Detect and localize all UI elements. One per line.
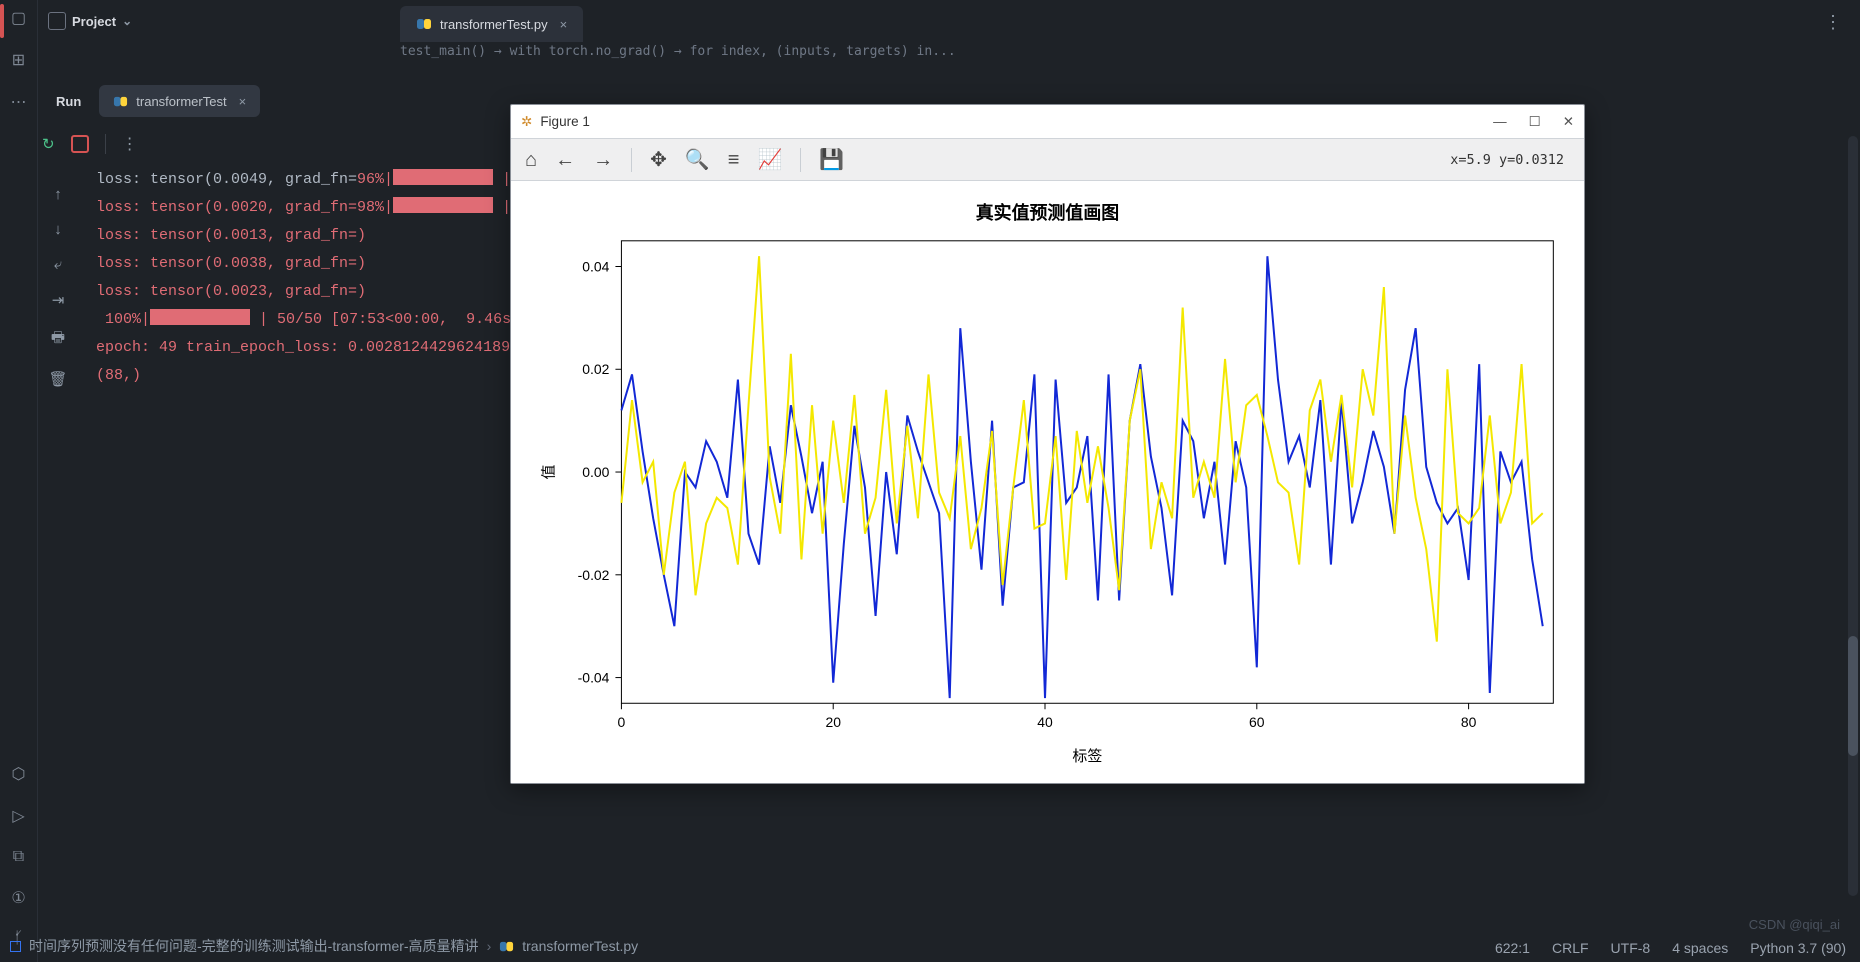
run-title: Run (56, 94, 81, 109)
problems-icon[interactable]: ① (11, 888, 25, 908)
back-icon[interactable]: ← (555, 150, 575, 170)
status-bar-right: 622:1 CRLF UTF-8 4 spaces Python 3.7 (90… (1495, 940, 1846, 956)
svg-text:-0.04: -0.04 (578, 670, 610, 686)
project-dropdown[interactable]: Project ⌄ (48, 12, 132, 30)
toolbar-sep (631, 148, 632, 172)
python-icon (499, 939, 514, 954)
close-tab-icon[interactable]: × (560, 17, 568, 32)
up-arrow-icon[interactable]: ↑ (54, 186, 62, 203)
more-actions-icon[interactable]: ⋮ (122, 134, 138, 154)
print-icon[interactable]: 🖶 (51, 327, 65, 352)
svg-text:60: 60 (1249, 714, 1265, 730)
run-action-bar: ↻ ⋮ (42, 134, 138, 154)
svg-text:0.02: 0.02 (582, 361, 609, 377)
run-side-toolbar: ↑ ↓ ⤶ ⇥ 🖶 🗑 (38, 186, 78, 388)
kebab-menu-icon[interactable]: ⋮ (1824, 12, 1842, 33)
structure-icon[interactable]: ⊞ (12, 50, 25, 70)
plot-area[interactable]: 真实值预测值画图标签 值 -0.04 -0.02 0.00 0.02 0.04 0 20 40 60… (511, 181, 1584, 783)
axes-icon[interactable]: 📈 (757, 150, 782, 170)
stop-button[interactable] (71, 135, 89, 153)
breadcrumb-folder[interactable]: 时间序列预测没有任何问题-完整的训练测试输出-transformer-高质量精讲 (29, 936, 479, 956)
svg-text:真实值预测值画图: 真实值预测值画图 (976, 202, 1120, 223)
debug-icon[interactable]: ⬡ (12, 764, 26, 784)
svg-text:40: 40 (1037, 714, 1053, 730)
figure-toolbar: ⌂ ← → ✥ 🔍 ≡ 📈 💾 x=5.9 y=0.0312 (511, 139, 1584, 181)
svg-text:0.04: 0.04 (582, 258, 609, 274)
run-panel-header: Run transformerTest × (38, 82, 260, 120)
editor-tab[interactable]: transformerTest.py × (400, 6, 583, 42)
more-icon[interactable]: ⋯ (11, 92, 27, 112)
pan-icon[interactable]: ✥ (650, 150, 667, 170)
home-icon[interactable]: ⌂ (525, 150, 537, 170)
interpreter[interactable]: Python 3.7 (90) (1750, 940, 1846, 956)
project-icon (48, 12, 66, 30)
maximize-icon[interactable]: ☐ (1529, 114, 1541, 130)
close-window-icon[interactable]: ✕ (1563, 114, 1574, 130)
figure-window[interactable]: ✲ Figure 1 — ☐ ✕ ⌂ ← → ✥ 🔍 ≡ 📈 💾 x=5.9 y… (510, 104, 1585, 784)
divider (105, 134, 106, 154)
cursor-coord: x=5.9 y=0.0312 (1450, 152, 1570, 168)
module-icon (10, 941, 21, 952)
left-icon-strip: ▢ ⊞ ⋯ ⬡ ▷ ⧉ ① ᚶ (0, 0, 38, 962)
python-icon (416, 16, 432, 32)
active-marker (0, 4, 4, 38)
scroll-to-end-icon[interactable]: ⇥ (52, 291, 65, 309)
run-tool-icon[interactable]: ▷ (12, 806, 24, 826)
encoding[interactable]: UTF-8 (1611, 940, 1651, 956)
editor-tabs: transformerTest.py × (400, 0, 583, 42)
project-label: Project (72, 14, 116, 29)
chevron-down-icon: ⌄ (122, 14, 132, 28)
vertical-scrollbar[interactable] (1848, 136, 1858, 896)
forward-icon[interactable]: → (593, 150, 613, 170)
minimize-icon[interactable]: — (1493, 114, 1507, 130)
code-breadcrumb: test_main() → with torch.no_grad() → for… (400, 44, 956, 59)
run-config-tab[interactable]: transformerTest × (99, 85, 260, 117)
figure-titlebar[interactable]: ✲ Figure 1 — ☐ ✕ (511, 105, 1584, 139)
caret-position[interactable]: 622:1 (1495, 940, 1530, 956)
terminal-icon[interactable]: ⧉ (13, 848, 24, 866)
zoom-icon[interactable]: 🔍 (685, 150, 710, 170)
scrollbar-thumb[interactable] (1848, 636, 1858, 756)
down-arrow-icon[interactable]: ↓ (54, 221, 62, 238)
svg-text:-0.02: -0.02 (578, 567, 610, 583)
line-separator[interactable]: CRLF (1552, 940, 1589, 956)
run-tab-label: transformerTest (136, 94, 226, 109)
path-breadcrumb: 时间序列预测没有任何问题-完整的训练测试输出-transformer-高质量精讲… (10, 936, 638, 956)
svg-text:标签: 标签 (1072, 748, 1102, 765)
trash-icon[interactable]: 🗑 (48, 370, 67, 388)
project-tool-icon[interactable]: ▢ (11, 8, 26, 28)
svg-text:0: 0 (618, 714, 626, 730)
toolbar-sep (800, 148, 801, 172)
indent[interactable]: 4 spaces (1672, 940, 1728, 956)
soft-wrap-icon[interactable]: ⤶ (54, 256, 62, 273)
figure-app-icon: ✲ (521, 114, 532, 130)
svg-text:值: 值 (541, 465, 558, 480)
python-icon (113, 94, 128, 109)
subplots-icon[interactable]: ≡ (728, 150, 740, 170)
save-icon[interactable]: 💾 (819, 150, 844, 170)
svg-text:0.00: 0.00 (582, 464, 609, 480)
svg-text:80: 80 (1461, 714, 1477, 730)
figure-title: Figure 1 (540, 114, 590, 129)
rerun-button[interactable]: ↻ (42, 135, 55, 153)
close-run-tab-icon[interactable]: × (239, 94, 247, 109)
watermark: CSDN @qiqi_ai (1749, 917, 1840, 932)
breadcrumb-file[interactable]: transformerTest.py (522, 938, 638, 954)
breadcrumb-sep: › (487, 938, 492, 954)
top-bar: Project ⌄ (38, 0, 1860, 42)
editor-tab-label: transformerTest.py (440, 17, 548, 32)
svg-text:20: 20 (825, 714, 841, 730)
